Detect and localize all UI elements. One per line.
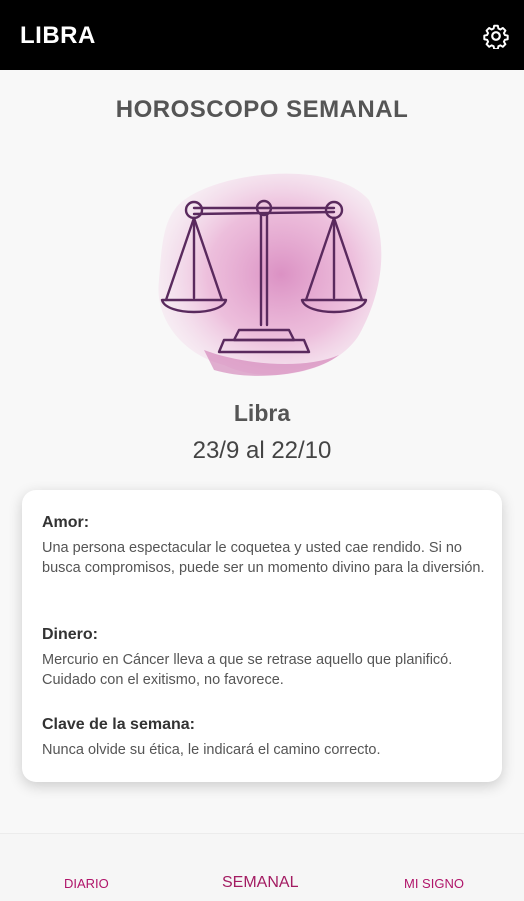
section-text: Una persona espectacular le coquetea y u…	[42, 540, 485, 576]
section-heading: Dinero:	[42, 626, 98, 643]
horoscope-card: Amor: Una persona espectacular le coquet…	[22, 490, 502, 782]
nav-semanal[interactable]: SEMANAL	[222, 874, 298, 892]
libra-scales-icon	[158, 173, 382, 376]
section-amor: Amor: Una persona espectacular le coquet…	[42, 514, 486, 578]
section-heading: Clave de la semana:	[42, 716, 195, 733]
gear-icon	[483, 24, 509, 49]
page-title: HOROSCOPO SEMANAL	[115, 96, 409, 123]
section-text: Mercurio en Cáncer lleva a que se retras…	[42, 652, 453, 688]
nav-diario[interactable]: DIARIO	[64, 876, 109, 891]
bottom-nav: DIARIO SEMANAL MI SIGNO	[0, 833, 524, 901]
sign-name: Libra	[233, 400, 291, 426]
app-bar: LIBRA	[0, 0, 524, 70]
app-title: LIBRA	[20, 22, 96, 49]
nav-mi-signo[interactable]: MI SIGNO	[404, 876, 464, 891]
section-heading: Amor:	[42, 514, 90, 531]
section-clave: Clave de la semana: Nunca olvide su étic…	[42, 716, 486, 760]
section-dinero: Dinero: Mercurio en Cáncer lleva a que s…	[42, 626, 486, 690]
settings-button[interactable]	[482, 22, 510, 50]
sign-dates: 23/9 al 22/10	[192, 437, 332, 464]
section-text: Nunca olvide su ética, le indicará el ca…	[42, 742, 381, 758]
